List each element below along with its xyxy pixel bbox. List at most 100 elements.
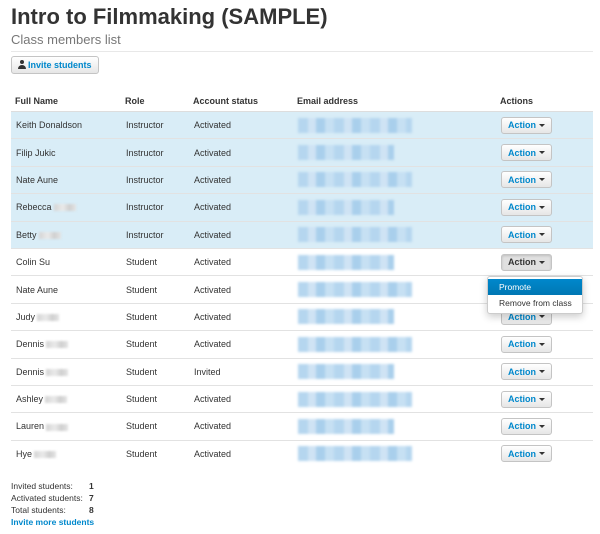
stat-label: Invited students: [11, 481, 73, 491]
email-cell [293, 110, 496, 139]
action-label: Action [508, 339, 536, 350]
table-row: Dennis Student Activated Action [11, 330, 593, 359]
email-cell [293, 275, 496, 304]
role-cell: Student [121, 439, 189, 468]
remove-from-class-menu-item[interactable]: Remove from class [488, 295, 582, 311]
redacted-surname [45, 396, 68, 404]
redacted-email [298, 199, 394, 215]
invite-students-label: Invite students [28, 60, 92, 70]
member-name: Rebecca [16, 202, 52, 213]
action-button[interactable]: Action [501, 335, 552, 353]
member-name: Hye [16, 448, 33, 459]
redacted-surname [46, 423, 69, 431]
table-row: Hye Student Activated Action [11, 439, 593, 468]
header-full-name: Full Name [11, 91, 121, 112]
invite-students-button[interactable]: Invite students [11, 56, 99, 74]
redacted-email [298, 309, 394, 325]
redacted-email [298, 227, 412, 243]
redacted-email [298, 391, 412, 407]
table-row: Nate Aune Instructor Activated Action [11, 165, 593, 194]
actions-cell: Action [496, 330, 593, 359]
action-button[interactable]: Action [501, 363, 552, 381]
action-label: Action [508, 229, 536, 240]
action-label: Action [508, 394, 536, 405]
redacted-email [298, 172, 412, 188]
table-row: Colin Su Student Activated Action [11, 247, 593, 276]
email-cell [293, 439, 496, 468]
caret-down-icon [539, 370, 545, 374]
status-cell: Invited [189, 357, 293, 386]
action-button[interactable]: Action [501, 417, 552, 435]
redacted-surname [37, 314, 60, 322]
member-name: Lauren [16, 421, 45, 432]
action-button[interactable]: Action [501, 390, 552, 408]
action-button[interactable]: Action [501, 116, 552, 134]
status-cell: Activated [189, 384, 293, 413]
promote-menu-item[interactable]: Promote [488, 279, 582, 295]
action-button[interactable]: Action [501, 226, 552, 244]
member-name: Dennis [16, 366, 45, 377]
action-button[interactable]: Action [501, 171, 552, 189]
status-cell: Activated [189, 439, 293, 468]
name-cell: Hye [11, 439, 121, 468]
status-cell: Activated [189, 247, 293, 276]
action-label: Action [508, 421, 536, 432]
email-cell [293, 138, 496, 167]
role-cell: Instructor [121, 110, 189, 139]
total-students-stat: Total students: 8 [11, 504, 94, 516]
stat-label: Total students: [11, 505, 66, 515]
role-cell: Student [121, 275, 189, 304]
status-cell: Activated [189, 302, 293, 331]
role-cell: Student [121, 330, 189, 359]
status-cell: Activated [189, 275, 293, 304]
action-button[interactable]: Action [501, 198, 552, 216]
email-cell [293, 193, 496, 222]
table-row: Ashley Student Activated Action [11, 384, 593, 413]
email-cell [293, 384, 496, 413]
redacted-email [298, 336, 412, 352]
table-row: Lauren Student Activated Action [11, 412, 593, 441]
actions-cell: Action [496, 193, 593, 222]
actions-cell: Action [496, 138, 593, 167]
role-cell: Student [121, 302, 189, 331]
action-button[interactable]: Action [501, 144, 552, 162]
member-name: Nate Aune [16, 284, 59, 295]
header-account-status: Account status [189, 91, 293, 112]
role-cell: Instructor [121, 138, 189, 167]
member-name: Filip Jukic [16, 147, 56, 158]
action-label: Action [508, 448, 536, 459]
redacted-email [298, 364, 394, 380]
email-cell [293, 165, 496, 194]
redacted-surname [46, 368, 69, 376]
email-cell [293, 220, 496, 249]
redacted-surname [34, 451, 57, 458]
role-cell: Student [121, 247, 189, 276]
action-button[interactable]: Action [501, 253, 552, 271]
status-cell: Activated [189, 330, 293, 359]
email-cell [293, 330, 496, 359]
name-cell: Dennis [11, 330, 121, 359]
table-row: Keith Donaldson Instructor Activated Action [11, 110, 593, 139]
header-actions: Actions [496, 91, 593, 112]
email-cell [293, 412, 496, 441]
redacted-surname [38, 231, 61, 239]
stat-value: 1 [89, 481, 94, 491]
invite-more-students-link[interactable]: Invite more students [11, 516, 94, 528]
name-cell: Rebecca [11, 193, 121, 222]
email-cell [293, 302, 496, 331]
table-header-row: Full Name Role Account status Email addr… [11, 91, 593, 112]
name-cell: Nate Aune [11, 165, 121, 194]
action-button[interactable]: Action [501, 445, 552, 463]
actions-cell: Action [496, 412, 593, 441]
name-cell: Filip Jukic [11, 138, 121, 167]
actions-cell: Action [496, 165, 593, 194]
role-cell: Student [121, 384, 189, 413]
page-subtitle: Class members list [11, 32, 121, 47]
status-cell: Activated [189, 138, 293, 167]
caret-down-icon [539, 205, 545, 209]
actions-cell: Action [496, 220, 593, 249]
caret-down-icon [539, 233, 545, 237]
invited-students-stat: Invited students: 1 [11, 480, 94, 492]
actions-cell: Action [496, 384, 593, 413]
person-icon [18, 60, 26, 70]
